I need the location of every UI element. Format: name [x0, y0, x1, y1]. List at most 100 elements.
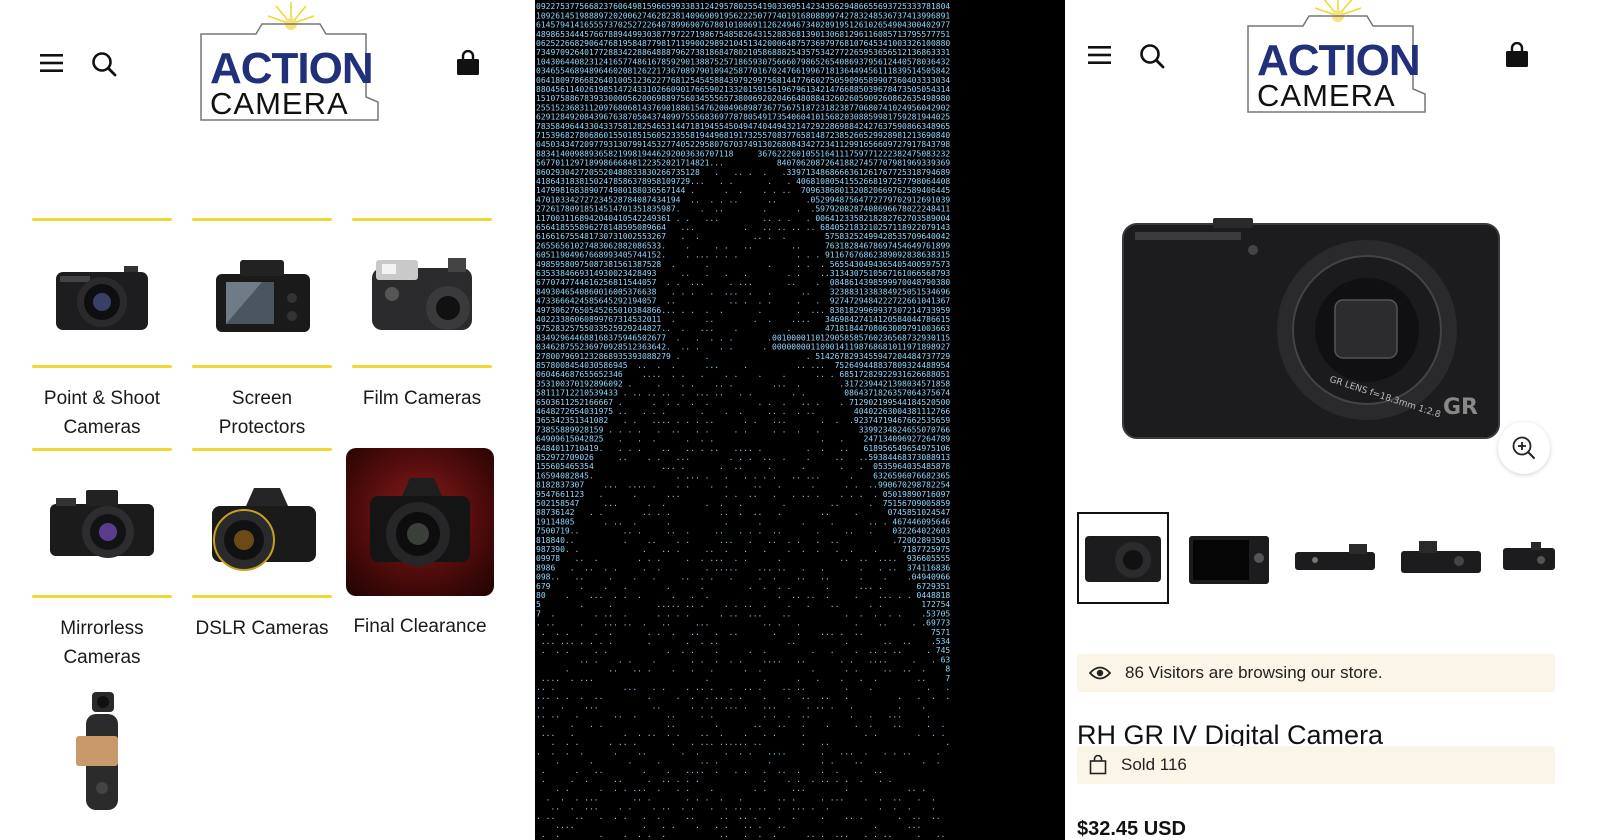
svg-text:6484011710419. . . . ..: 6484011710419. . . . .. .. . .. .... . .… — [536, 444, 950, 453]
category-label: Final Clearance — [353, 616, 487, 637]
thumbnail-back[interactable] — [1183, 512, 1275, 604]
svg-text:034628755236970928512363642.: 034628755236970928512363642. .. . . . . … — [536, 343, 950, 352]
svg-text:818840.. . .. .: 818840.. . .. . . ... . .. . . . .. .720… — [536, 536, 950, 545]
sold-text: Sold 116 — [1121, 755, 1187, 774]
svg-text:8578008454030586945 .. . .: 8578008454030586945 .. . . ... . .. ... … — [536, 361, 950, 370]
svg-text:489865344457667889449930387797: 4898653444576678894499303877972271986754… — [536, 30, 950, 39]
svg-text:155605465354 ...: 155605465354 ... . . .. . . . . 05359640… — [536, 462, 950, 471]
thumbnail-top-angle-image — [1401, 541, 1481, 573]
svg-text:6770747744616256811544057 . .: 6770747744616256811544057 . . ... . ... … — [536, 278, 950, 287]
svg-text:49859580975087381561387528 .: 49859580975087381561387528 . . . . . . 5… — [536, 260, 950, 269]
svg-text:. . . ... .. . .: . . . ... .. . . . . . . .. . . ... . . … — [536, 793, 950, 802]
brand-logo[interactable]: ACTION CAMERA — [1243, 0, 1433, 124]
gimbal-camera-icon — [76, 692, 118, 810]
svg-text:365342351341082 . . .... .: 365342351341082 . . .... . . . .. . . ..… — [536, 416, 950, 425]
category-label: Mirrorless Cameras — [60, 618, 144, 668]
svg-text:4733666424585645292194057 ..: 4733666424585645292194057 .. .. . . . . … — [536, 297, 950, 306]
thumbnail-top[interactable] — [1289, 512, 1381, 604]
shopping-bag-icon[interactable] — [1505, 42, 1529, 68]
svg-text:860293042720552048883383026673: 8602930427205520488833830266735128 . .. … — [536, 168, 950, 177]
screen-protector-icon — [216, 260, 310, 332]
thumbnail-top-angle[interactable] — [1395, 512, 1487, 604]
thumbnail-back-image — [1189, 536, 1269, 584]
category-label: Point & Shoot Cameras — [43, 388, 161, 438]
visitors-banner: 86 Visitors are browsing our store. — [1077, 654, 1555, 692]
svg-text:. .. . ... .. . ..: . .. . ... .. . .. ... .. . . . .. . .69… — [536, 619, 950, 628]
product-thumbnails — [1077, 512, 1555, 604]
svg-text:092275377566823760649815966599: 0922753775668237606498159665993383124295… — [536, 2, 950, 11]
search-icon[interactable] — [91, 51, 117, 77]
svg-text:. . . . . . . .: . . . . . . . . .. . .. . . ... . .. 757… — [536, 628, 950, 637]
svg-text:7500719.. .. . ..: 7500719.. .. . .. . .. . . . .. . .. . 0… — [536, 527, 950, 536]
category-gimbal[interactable] — [32, 688, 172, 838]
gr-brand-mark: GR — [1443, 395, 1478, 420]
svg-text:255152368311209768068143769018: 2551523683112097680681437690188615476200… — [536, 103, 950, 112]
svg-text:97528325755033525929244827..: 97528325755033525929244827.. . ... . . 4… — [536, 324, 950, 333]
svg-text:353100370192896092 . .: 353100370192896092 . . . . .. . ... . .3… — [536, 379, 950, 388]
svg-text:7 . . .. . . . .: 7 . . .. . . . . . . .. ... .. . . . . .… — [536, 609, 950, 618]
svg-text:. . . . .. . . .: . . . . .. . . . ... ...... .. . .. . — [536, 738, 950, 747]
category-dslr[interactable]: DSLR Cameras — [192, 448, 332, 643]
hamburger-menu-icon[interactable] — [40, 52, 64, 74]
svg-text:.. .. . .. . ..: .. .. . .. . .. . . . . . .. . . ... . — [536, 711, 950, 720]
svg-text:852972709026 .. . . .: 852972709026 .. . . ... . . . .. . . .. … — [536, 453, 950, 462]
svg-text:470103342727234528784087434194: 470103342727234528784087434194 .. . . ..… — [536, 195, 950, 204]
zoom-in-icon — [1512, 436, 1535, 459]
thumbnail-front-image — [1085, 536, 1161, 582]
thumbnail-front[interactable] — [1077, 512, 1169, 604]
svg-text:26556561027483062882086533.: 26556561027483062882086533. . . . .. .. … — [536, 241, 950, 250]
svg-text:19114805 . .. . .: 19114805 . .. . . . . . . .. . 467446095… — [536, 517, 950, 526]
svg-text:8986 . .. . . . .: 8986 . .. . . . . . ..... ... .. . . . .… — [536, 563, 950, 572]
svg-text:8182837307 ... .... . .: 8182837307 ... .... . . . . . .. . . . .… — [536, 481, 950, 490]
svg-text:.. . . . . . . .: .. . . . . . . . . . .... .. . . .... . … — [536, 655, 950, 664]
svg-text:. . . . ..: . . . . .. . .. .. . . . . .. . . — [536, 720, 950, 729]
svg-text:1170031168942040410542249361 .: 1170031168942040410542249361 . . ... .. … — [536, 214, 950, 223]
svg-text:567701129718998666848122352021: 567701129718998666848122352021714821... … — [536, 159, 950, 168]
category-label: DSLR Cameras — [195, 618, 329, 639]
product-main-image[interactable]: GR LENS f=18.3mm 1:2.8 GR — [1121, 210, 1505, 450]
svg-text:80 . ... . . . .: 80 . ... . . . . . . . .. .. . . ... . .… — [536, 591, 950, 600]
thumbnail-side[interactable] — [1501, 512, 1555, 604]
svg-text:418643183815024785863789581097: 41864318381502478586378958109729... . . … — [536, 177, 950, 186]
product-price: $32.45 USD — [1077, 818, 1186, 840]
svg-text:16594082845. .: 16594082845. . ... . . . . . . .. ... . … — [536, 471, 950, 480]
brand-logo[interactable]: ACTION CAMERA — [196, 2, 386, 132]
thumbnail-top-image — [1295, 544, 1375, 570]
svg-text:5 . . .....: 5 . . ..... .. . . . .. . . . .. . . 172… — [536, 600, 950, 609]
zoom-button[interactable] — [1498, 422, 1550, 474]
svg-text:656418555896278148595089664: 656418555896278148595089664 ... . .. .. … — [536, 223, 950, 232]
svg-text:629128492084396763870504374099: 6291284920843967638705043740997555683697… — [536, 113, 950, 122]
svg-text:104306440823124165774861678592: 1043064408231241657748616785929013887525… — [536, 57, 950, 66]
category-point-shoot[interactable]: Point & Shoot Cameras — [32, 218, 172, 442]
svg-text:034655468948964602081262217367: 0346554689489646020812622173670897901094… — [536, 67, 950, 76]
hamburger-menu-icon[interactable] — [1088, 44, 1112, 66]
category-film-cameras[interactable]: Film Cameras — [352, 218, 492, 413]
svg-text:58111712210539433 . .. .. ..: 58111712210539433 . .. .. .. . ... .. . … — [536, 389, 950, 398]
category-screen-protectors[interactable]: Screen Protectors — [192, 218, 332, 442]
category-label: Film Cameras — [362, 388, 482, 409]
svg-text:880456114026198514724331026609: 8804561140261985147243310266090176659021… — [536, 85, 950, 94]
left-store-panel: ACTION CAMERA Point & Shoot Cameras Scre… — [0, 0, 535, 840]
svg-text:. . . . . ..: . . . . . .. . . . . . .... . ... . . . … — [536, 747, 950, 756]
svg-text:062522668290647681958487798171: 0625226682906476819584877981711990029892… — [536, 39, 950, 48]
svg-text:. .. .. . . . . .: . .. .. . . . . . .. .. .. . . . . .. . … — [536, 812, 950, 821]
svg-text:060464687655652346 .... .: 060464687655652346 .... . . . . . . . ..… — [536, 370, 950, 379]
svg-text:. . . . . ... . . .: . . . . . ... . . . . . . ... . .. . — [536, 784, 950, 793]
svg-text:60511904967668993405744152.: 60511904967668993405744152. . ... . . . … — [536, 251, 950, 260]
svg-text:734970926401772883422886488879: 7349709264017728834228864888796273818684… — [536, 48, 950, 57]
svg-text:064180978668264010051236227768: 0641809786682640100512362277681254545884… — [536, 76, 950, 85]
visitors-text: 86 Visitors are browsing our store. — [1125, 663, 1383, 682]
svg-text:09978 .. . . . .: 09978 .. . . . . . . ... . . . .. .. ...… — [536, 554, 950, 563]
svg-text:109261451988897202006274628238: 1092614519888972020062746282381409690919… — [536, 11, 950, 20]
shopping-bag-icon[interactable] — [456, 50, 480, 76]
category-final-clearance[interactable]: Final Clearance — [346, 448, 494, 641]
thumbnail-side-image — [1503, 542, 1555, 570]
svg-text:27261780918514514701351835987.: 27261780918514514701351835987. . .. . . … — [536, 205, 950, 214]
svg-text:783584964433043375812825465314: 7835849644330433758128254653144718194554… — [536, 122, 950, 131]
point-shoot-camera-icon — [56, 266, 148, 330]
instant-film-camera-icon — [372, 258, 472, 330]
search-icon[interactable] — [1139, 43, 1165, 69]
dslr-camera-icon — [212, 488, 316, 571]
svg-text:502158547 ... . .: 502158547 ... . . . . . . .. . 751567090… — [536, 499, 950, 508]
category-mirrorless[interactable]: Mirrorless Cameras — [32, 448, 172, 672]
